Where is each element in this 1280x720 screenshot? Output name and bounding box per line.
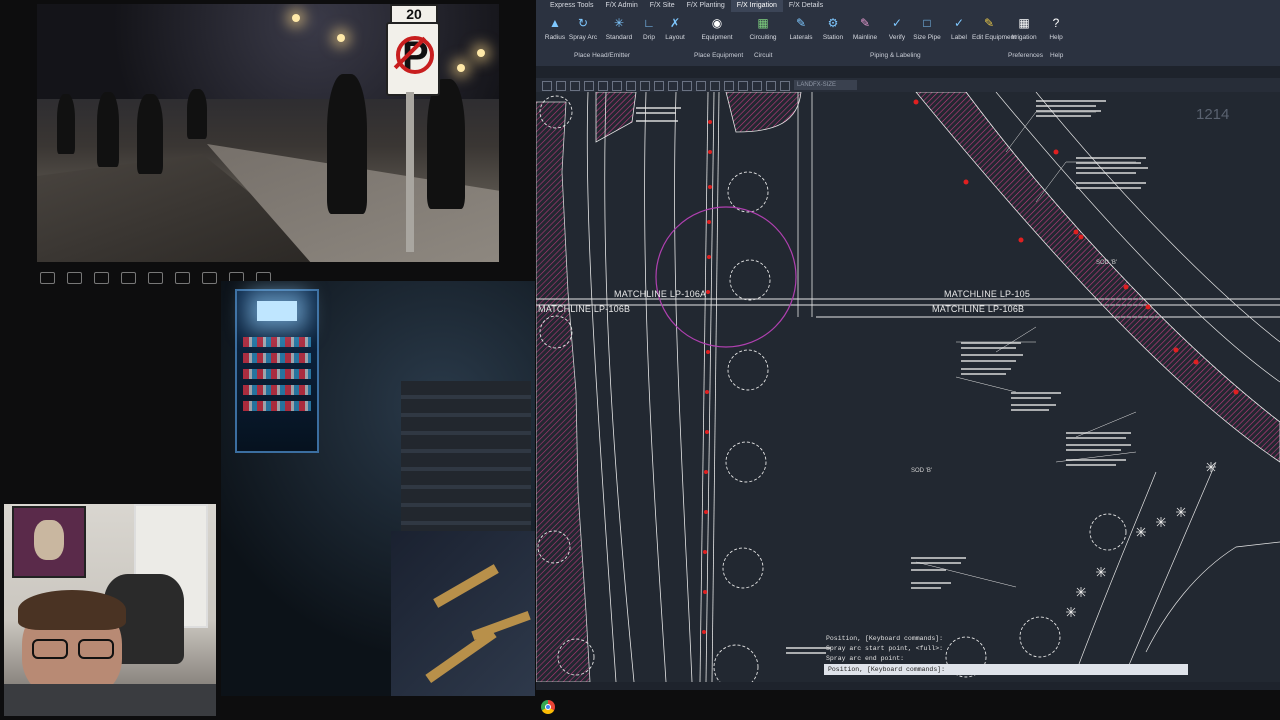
arc-icon[interactable]: [584, 81, 594, 91]
help-button[interactable]: ? Help: [1039, 14, 1073, 50]
command-history-line: Spray arc end point:: [826, 655, 905, 662]
group-preferences: Preferences: [1008, 52, 1044, 59]
matchline-label-106b-right: MATCHLINE LP-106B: [932, 304, 1025, 314]
sod-label: SOD 'B': [1096, 260, 1117, 266]
station-button[interactable]: ⚙ Station: [816, 14, 850, 50]
group-circuit: Circuit: [754, 52, 773, 59]
layout-icon: ✗: [669, 16, 681, 30]
tab-fx-admin[interactable]: F/X Admin: [599, 0, 643, 12]
vending-fridge: [235, 289, 319, 453]
link-icon[interactable]: [175, 272, 190, 284]
polyline-icon[interactable]: [556, 81, 566, 91]
laterals-button[interactable]: ✎ Laterals: [784, 14, 818, 50]
scale-icon[interactable]: [668, 81, 678, 91]
circuiting-icon: ▦: [757, 16, 769, 30]
copy-icon[interactable]: [640, 81, 650, 91]
equipment-icon: ◉: [711, 16, 723, 30]
game-footage: [221, 281, 535, 696]
ribbon-tools: ▲ Radius ↻ Spray Arc ✳ Standard ∟ Drip ✗ Layo…: [536, 14, 1280, 50]
cad-window: Express Tools F/X Admin F/X Site F/X Pla…: [536, 0, 1280, 690]
spray-arc-icon: ↻: [577, 16, 589, 30]
quick-access-bar: LANDFX-SIZE: [536, 78, 1280, 92]
group-piping-labeling: Piping & Labeling: [870, 52, 921, 59]
rotate-icon[interactable]: [654, 81, 664, 91]
site-plan: [536, 92, 1280, 682]
size-pipe-icon: □: [923, 16, 931, 30]
matchline-label-106b-left: MATCHLINE LP-106B: [538, 304, 631, 314]
group-place-head: Place Head/Emitter: [574, 52, 630, 59]
rectangle-icon[interactable]: [598, 81, 608, 91]
layout-button[interactable]: ✗ Layout: [658, 14, 692, 50]
label-icon: ✓: [953, 16, 965, 30]
match-icon[interactable]: [752, 81, 762, 91]
explode-icon[interactable]: [780, 81, 790, 91]
webcam-feed: [4, 504, 216, 716]
command-input[interactable]: Position, [Keyboard commands]:: [824, 664, 1188, 675]
drawing-canvas[interactable]: MATCHLINE LP-106A MATCHLINE LP-106B MATC…: [536, 92, 1280, 682]
glasses-icon: [32, 639, 114, 659]
ribbon-tabs: Express Tools F/X Admin F/X Site F/X Pla…: [536, 0, 829, 12]
tab-fx-irrigation[interactable]: F/X Irrigation: [730, 0, 783, 12]
group-place-equipment: Place Equipment: [694, 52, 744, 59]
drip-icon: ∟: [643, 16, 655, 30]
standard-button[interactable]: ✳ Standard: [602, 14, 636, 50]
matchline-label-105: MATCHLINE LP-105: [944, 289, 1031, 299]
mainline-icon: ✎: [859, 16, 871, 30]
chrome-icon[interactable]: [541, 700, 555, 714]
spray-arc-button[interactable]: ↻ Spray Arc: [566, 14, 600, 50]
size-pipe-button[interactable]: □ Size Pipe: [910, 14, 944, 50]
layer-icon[interactable]: [738, 81, 748, 91]
equipment-button[interactable]: ◉ Equipment: [700, 14, 734, 50]
tab-express-tools[interactable]: Express Tools: [536, 0, 599, 12]
verify-button[interactable]: ✓ Verify: [880, 14, 914, 50]
offset-icon[interactable]: [710, 81, 720, 91]
ribbon-groups: Place Head/Emitter Place Equipment Circu…: [536, 52, 1280, 64]
edit-equipment-button[interactable]: ✎ Edit Equipment: [972, 14, 1016, 50]
joker-poster: [12, 506, 86, 578]
protest-photo: 20 P: [37, 4, 499, 262]
trim-icon[interactable]: [682, 81, 692, 91]
edit-equipment-icon: ✎: [983, 16, 995, 30]
help-icon: ?: [1052, 16, 1060, 30]
matchline-label-106a: MATCHLINE LP-106A: [614, 289, 707, 299]
group-help: Help: [1050, 52, 1064, 59]
tab-fx-site[interactable]: F/X Site: [644, 0, 681, 12]
ribbon: Express Tools F/X Admin F/X Site F/X Pla…: [536, 0, 1280, 66]
station-icon: ⚙: [827, 16, 839, 30]
move-icon[interactable]: [626, 81, 636, 91]
irrigation-icon: ▦: [1018, 16, 1030, 30]
no-parking-sign: 20 P: [380, 4, 466, 254]
line-icon[interactable]: [542, 81, 552, 91]
label-button[interactable]: ✓ Label: [942, 14, 976, 50]
radius-icon: ▲: [549, 16, 561, 30]
rotate-icon[interactable]: [40, 272, 55, 284]
command-history-line: Spray arc start point, <full>:: [826, 645, 944, 652]
floor: [391, 531, 535, 696]
irrigation-prefs-button[interactable]: ▦ Irrigation: [1007, 14, 1041, 50]
erase-icon[interactable]: [766, 81, 776, 91]
mainline-button[interactable]: ✎ Mainline: [848, 14, 882, 50]
tab-fx-planting[interactable]: F/X Planting: [681, 0, 731, 12]
command-history-line: Position, [Keyboard commands]:: [826, 635, 944, 642]
hatch-icon[interactable]: [612, 81, 622, 91]
tab-fx-details[interactable]: F/X Details: [783, 0, 829, 12]
circle-icon[interactable]: [570, 81, 580, 91]
frame-icon[interactable]: [148, 272, 163, 284]
crop-icon[interactable]: [94, 272, 109, 284]
laterals-icon: ✎: [795, 16, 807, 30]
sprinkler-icon: ✳: [613, 16, 625, 30]
audio-icon[interactable]: [67, 272, 82, 284]
verify-icon: ✓: [891, 16, 903, 30]
sheet-number: 1214: [1196, 106, 1230, 123]
sod-label: SOD 'B': [911, 468, 932, 474]
circuiting-button[interactable]: ▦ Circuiting: [746, 14, 780, 50]
image-icon[interactable]: [202, 272, 217, 284]
layer-field[interactable]: LANDFX-SIZE: [794, 80, 857, 90]
filter-icon[interactable]: [121, 272, 136, 284]
extend-icon[interactable]: [696, 81, 706, 91]
mirror-icon[interactable]: [724, 81, 734, 91]
command-history: Position, [Keyboard commands]: Spray arc…: [826, 634, 1186, 664]
